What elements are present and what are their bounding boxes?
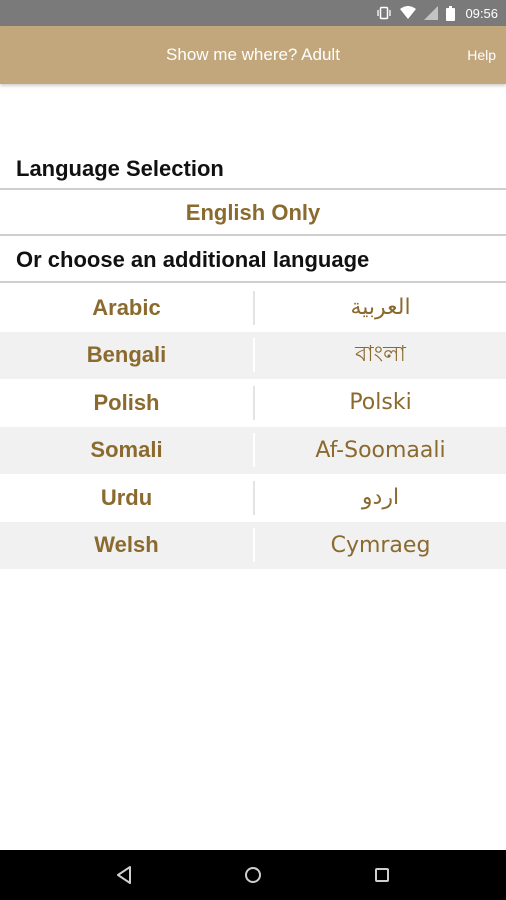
- app-title: Show me where? Adult: [166, 45, 340, 64]
- language-native-name: Af-Soomaali: [315, 437, 446, 463]
- app-bar: Show me where? Adult Help: [0, 26, 506, 84]
- language-native-name: বাংলা: [355, 341, 406, 367]
- home-icon[interactable]: [233, 855, 273, 895]
- language-name: Arabic: [92, 294, 161, 320]
- divider: [0, 234, 506, 236]
- wifi-icon: [400, 6, 417, 20]
- help-button[interactable]: Help: [467, 26, 496, 84]
- back-icon[interactable]: [104, 855, 144, 895]
- language-row-bengali[interactable]: Bengali বাংলা: [0, 331, 506, 379]
- language-name: Somali: [90, 437, 163, 463]
- language-row-arabic[interactable]: Arabic العربية: [0, 284, 506, 332]
- battery-icon: [446, 5, 456, 21]
- language-name: Urdu: [100, 484, 153, 510]
- language-list: Arabic العربية Bengali বাংলা Polish Pols…: [0, 284, 506, 569]
- recents-icon[interactable]: [362, 855, 402, 895]
- language-row-welsh[interactable]: Welsh Cymraeg: [0, 521, 506, 569]
- language-selection-heading: Language Selection: [16, 156, 224, 181]
- additional-language-heading: Or choose an additional language: [16, 247, 370, 272]
- status-time: 09:56: [465, 5, 498, 21]
- language-native-name: Cymraeg: [330, 532, 431, 558]
- language-name: Bengali: [86, 342, 167, 368]
- divider: [0, 188, 506, 190]
- language-name: Welsh: [94, 532, 159, 558]
- english-only-button[interactable]: English Only: [0, 191, 506, 235]
- divider: [0, 281, 506, 283]
- language-row-urdu[interactable]: Urdu اردو: [0, 474, 506, 522]
- vibrate-icon: [376, 6, 392, 20]
- signal-icon: [424, 6, 439, 20]
- language-row-polish[interactable]: Polish Polski: [0, 379, 506, 427]
- navigation-bar: [0, 850, 506, 900]
- language-name: Polish: [93, 389, 160, 415]
- language-native-name: Polski: [349, 390, 412, 416]
- status-bar: 09:56: [0, 0, 506, 26]
- language-row-somali[interactable]: Somali Af-Soomaali: [0, 426, 506, 474]
- language-native-name: اردو: [361, 485, 400, 511]
- language-native-name: العربية: [350, 295, 411, 321]
